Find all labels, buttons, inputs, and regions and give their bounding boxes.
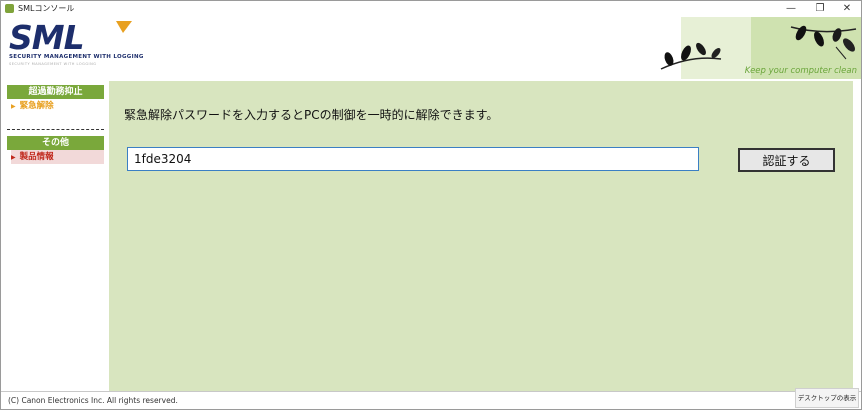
- app-icon: [5, 4, 14, 13]
- restore-button[interactable]: ❐: [806, 1, 834, 17]
- sidebar: 超過勤務抑止 ▶ 緊急解除 その他 ▶ 製品情報: [1, 81, 107, 391]
- status-bar: (C) Canon Electronics Inc. All rights re…: [1, 388, 861, 409]
- show-desktop-button[interactable]: デスクトップの表示: [795, 388, 859, 408]
- main-panel: 緊急解除パスワードを入力するとPCの制御を一時的に解除できます。 認証する: [109, 81, 853, 391]
- app-window: SMLコンソール — ❐ ✕ SML SECURITY MANAGEMENT W…: [0, 0, 862, 410]
- sidebar-item-label: 製品情報: [19, 152, 54, 162]
- logo-subtitle: SECURITY MANAGEMENT WITH LOGGING: [9, 54, 144, 60]
- authenticate-button[interactable]: 認証する: [738, 148, 835, 172]
- sidebar-heading-other: その他: [7, 136, 104, 150]
- sidebar-heading-overtime: 超過勤務抑止: [7, 85, 104, 99]
- minimize-button[interactable]: —: [777, 1, 805, 17]
- header-leaf-art: Keep your computer clean: [641, 17, 861, 79]
- sidebar-item-emergency-release[interactable]: ▶ 緊急解除: [11, 99, 107, 113]
- header-banner: SML SECURITY MANAGEMENT WITH LOGGING SEC…: [1, 17, 861, 79]
- emergency-password-input[interactable]: [127, 147, 699, 171]
- sidebar-item-label: 緊急解除: [19, 101, 54, 111]
- arrow-right-icon: ▶: [11, 103, 16, 110]
- sidebar-item-product-info[interactable]: ▶ 製品情報: [11, 150, 104, 164]
- arrow-right-icon: ▶: [11, 154, 16, 161]
- header-tagline: Keep your computer clean: [744, 66, 857, 76]
- logo-subtitle-secondary: SECURITY MANAGEMENT WITH LOGGING: [9, 62, 97, 66]
- instruction-text: 緊急解除パスワードを入力するとPCの制御を一時的に解除できます。: [124, 108, 499, 122]
- title-bar[interactable]: SMLコンソール — ❐ ✕: [1, 1, 861, 17]
- close-button[interactable]: ✕: [833, 1, 861, 17]
- logo-swoosh-icon: [116, 21, 132, 33]
- copyright-text: (C) Canon Electronics Inc. All rights re…: [8, 396, 178, 405]
- window-title: SMLコンソール: [18, 4, 75, 13]
